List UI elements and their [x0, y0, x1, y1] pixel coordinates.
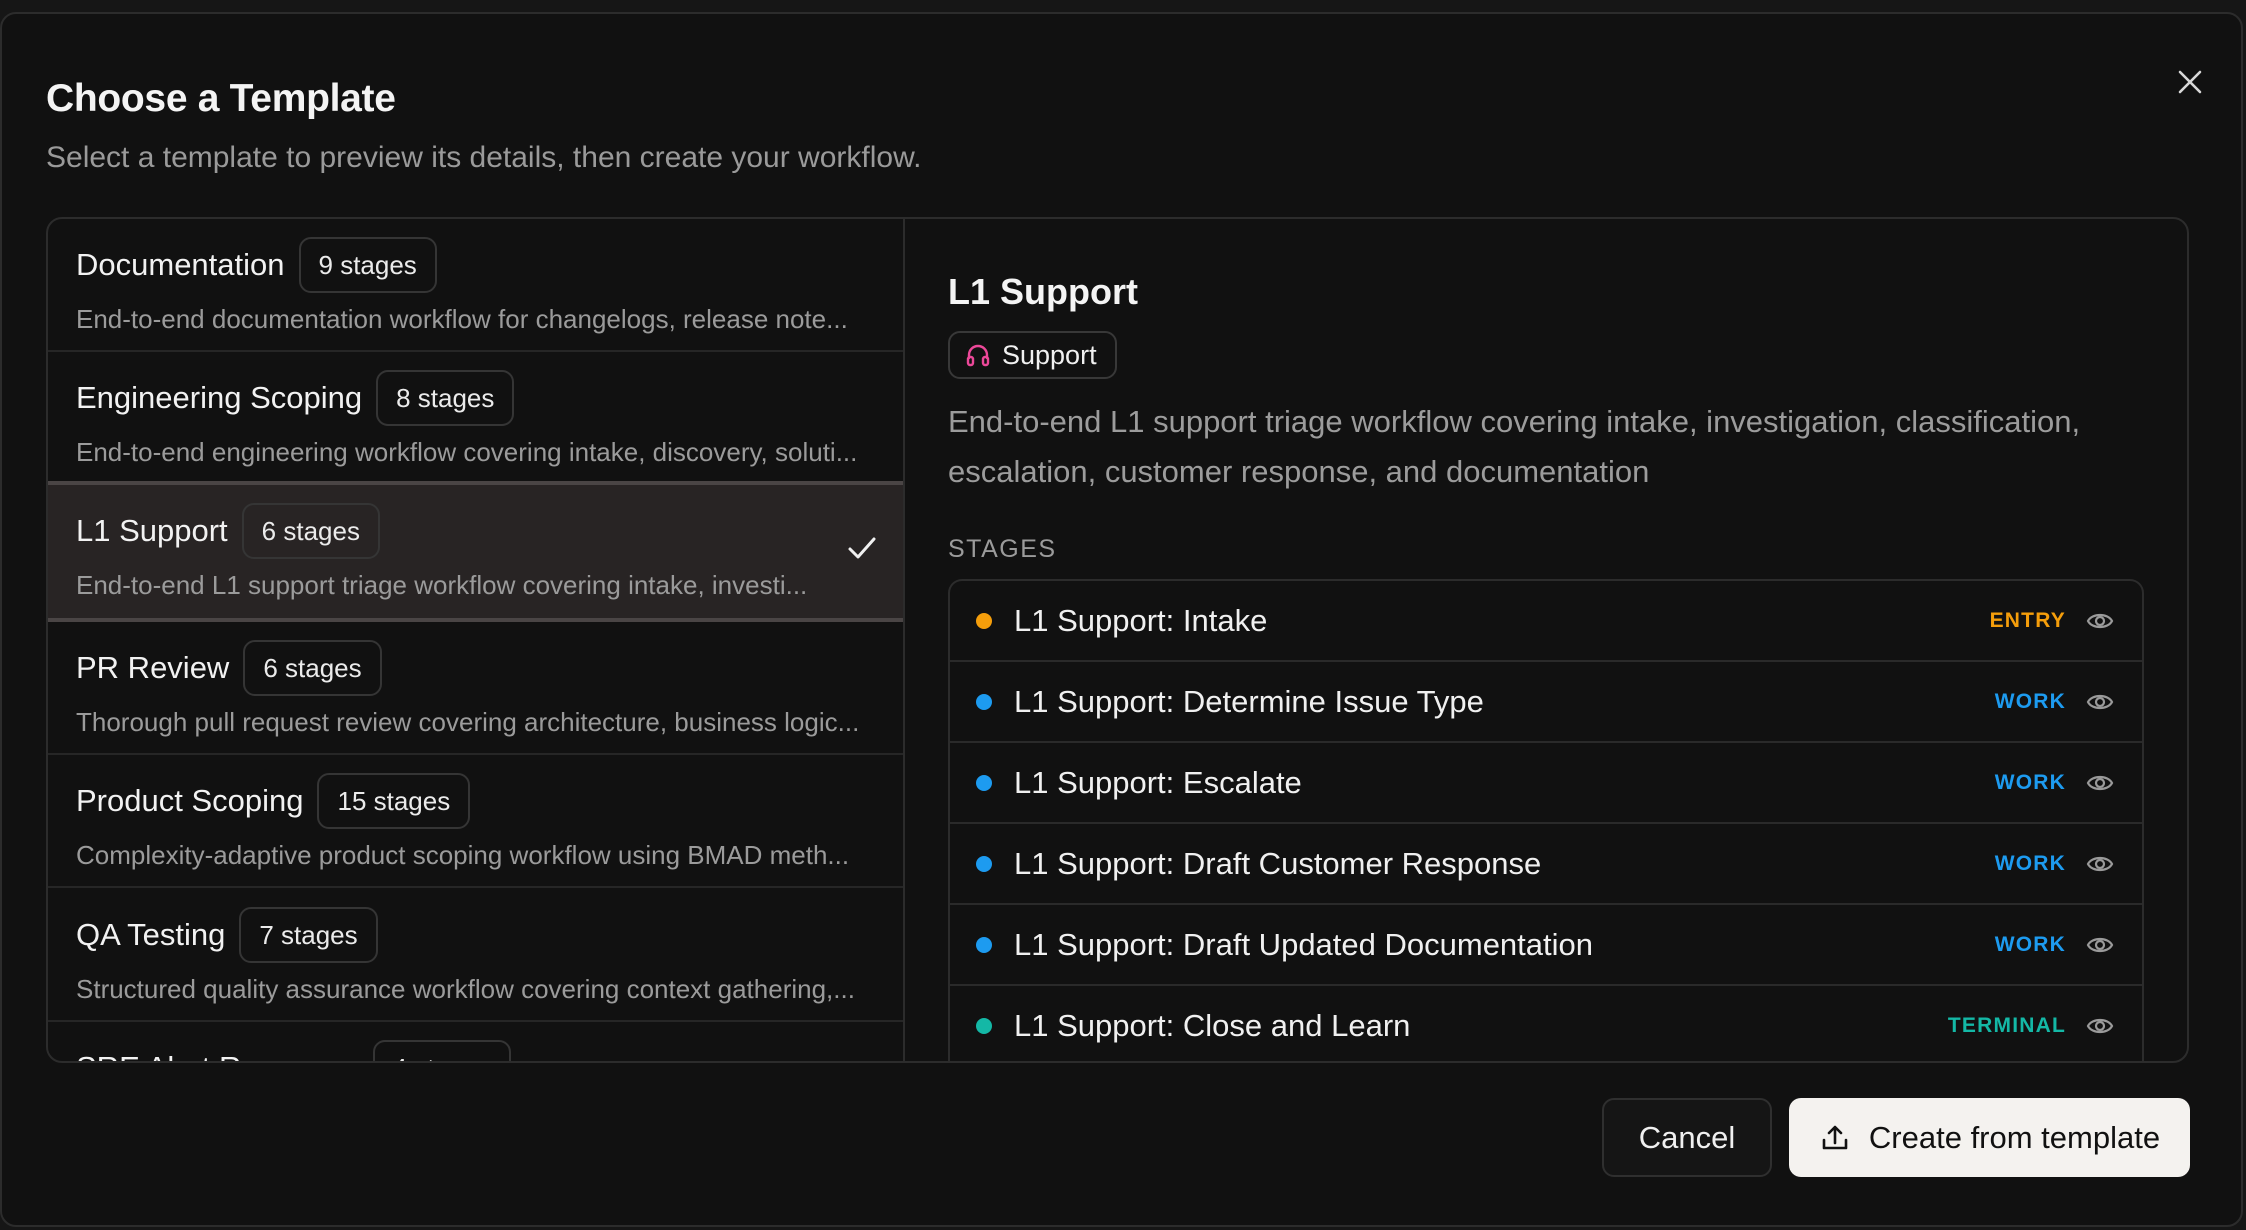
preview-stage-button[interactable] — [2084, 1010, 2116, 1042]
stage-dot — [976, 936, 992, 953]
template-title: SRE Alert Response — [76, 1050, 359, 1061]
preview-stage-button[interactable] — [2084, 605, 2116, 637]
template-item-engineering-scoping[interactable]: Engineering Scoping 8 stages End-to-end … — [48, 352, 903, 485]
template-description: Complexity-adaptive product scoping work… — [76, 840, 850, 870]
stage-count-badge: 15 stages — [317, 773, 471, 829]
stage-type-label: ENTRY — [1989, 608, 2066, 632]
stage-count-badge: 4 stages — [372, 1040, 511, 1061]
stage-type-label: TERMINAL — [1947, 1013, 2066, 1037]
template-title: PR Review — [76, 650, 230, 685]
preview-stage-button[interactable] — [2084, 686, 2116, 718]
stage-row[interactable]: L1 Support: Intake ENTRY — [950, 581, 2142, 662]
stage-count-badge: 6 stages — [241, 503, 380, 559]
stage-name: L1 Support: Draft Updated Documentation — [1014, 926, 1594, 962]
template-title: QA Testing — [76, 917, 226, 952]
stage-name: L1 Support: Intake — [1014, 602, 1268, 638]
stage-dot — [976, 1017, 992, 1034]
stage-row[interactable]: L1 Support: Determine Issue Type WORK — [950, 662, 2142, 743]
eye-icon — [2086, 856, 2114, 871]
eye-icon — [2086, 694, 2114, 709]
check-icon — [848, 537, 876, 559]
template-item-l1-support[interactable]: L1 Support 6 stages End-to-end L1 suppor… — [48, 481, 903, 622]
stages-list: L1 Support: Intake ENTRY L1 Support: Deter… — [948, 579, 2144, 1061]
stage-row[interactable]: L1 Support: Close and Learn TERMINAL — [950, 986, 2142, 1061]
stage-row[interactable]: L1 Support: Draft Customer Response WORK — [950, 824, 2142, 905]
dialog-subtitle: Select a template to preview its details… — [46, 141, 922, 174]
stage-name: L1 Support: Escalate — [1014, 764, 1302, 800]
close-icon — [2178, 70, 2202, 94]
stage-row[interactable]: L1 Support: Escalate WORK — [950, 743, 2142, 824]
stage-type-label: WORK — [1994, 932, 2066, 956]
template-description: End-to-end documentation workflow for ch… — [76, 304, 848, 334]
stage-name: L1 Support: Close and Learn — [1014, 1007, 1411, 1043]
category-label: Support — [1002, 339, 1097, 370]
stages-heading: STAGES — [948, 535, 1057, 563]
cancel-button[interactable]: Cancel — [1602, 1098, 1772, 1177]
template-item-documentation[interactable]: Documentation 9 stages End-to-end docume… — [48, 219, 903, 352]
stage-type-label: WORK — [1994, 689, 2066, 713]
stage-row[interactable]: L1 Support: Draft Updated Documentation W… — [950, 905, 2142, 986]
template-title: Engineering Scoping — [76, 380, 363, 415]
template-title: Product Scoping — [76, 783, 304, 818]
stage-count-badge: 9 stages — [298, 237, 437, 293]
dialog-title: Choose a Template — [46, 77, 396, 120]
template-description: End-to-end L1 support triage workflow co… — [76, 570, 808, 600]
preview-stage-button[interactable] — [2084, 848, 2116, 880]
stage-name: L1 Support: Determine Issue Type — [1014, 683, 1484, 719]
eye-icon — [2086, 775, 2114, 790]
template-title: L1 Support — [76, 513, 228, 548]
stage-count-badge: 8 stages — [376, 370, 515, 426]
template-description: Thorough pull request review covering ar… — [76, 707, 860, 737]
template-description: End-to-end engineering workflow covering… — [76, 437, 858, 467]
stage-type-label: WORK — [1994, 851, 2066, 875]
stage-type-label: WORK — [1994, 770, 2066, 794]
template-item-qa-testing[interactable]: QA Testing 7 stages Structured quality a… — [48, 889, 903, 1022]
close-button[interactable] — [2170, 62, 2210, 102]
template-item-product-scoping[interactable]: Product Scoping 15 stages Complexity-ada… — [48, 755, 903, 888]
create-from-template-button[interactable]: Create from template — [1789, 1098, 2190, 1177]
preview-stage-button[interactable] — [2084, 767, 2116, 799]
template-item-sre-alert-response[interactable]: SRE Alert Response 4 stages — [48, 1022, 903, 1061]
eye-icon — [2086, 613, 2114, 628]
template-detail: L1 Support Support End-to-end L1 support… — [948, 219, 2144, 1061]
template-description: Structured quality assurance workflow co… — [76, 974, 855, 1004]
create-button-label: Create from template — [1868, 1119, 2161, 1155]
upload-icon — [1822, 1125, 1848, 1149]
template-item-pr-review[interactable]: PR Review 6 stages Thorough pull request… — [48, 622, 903, 755]
stage-dot — [976, 693, 992, 710]
eye-icon — [2086, 937, 2114, 952]
preview-stage-button[interactable] — [2084, 929, 2116, 961]
stage-count-badge: 7 stages — [239, 907, 378, 963]
template-dialog: Choose a Template Select a template to p… — [0, 12, 2243, 1227]
eye-icon — [2086, 1018, 2114, 1033]
stage-dot — [976, 774, 992, 791]
template-list[interactable]: Documentation 9 stages End-to-end docume… — [48, 219, 905, 1061]
detail-title: L1 Support — [948, 271, 1138, 312]
category-badge: Support — [948, 331, 1117, 379]
stage-count-badge: 6 stages — [243, 640, 382, 696]
stage-name: L1 Support: Draft Customer Response — [1014, 845, 1542, 881]
template-title: Documentation — [76, 247, 285, 282]
stage-dot — [976, 855, 992, 872]
stage-dot — [976, 612, 992, 629]
template-panel: Documentation 9 stages End-to-end docume… — [46, 217, 2189, 1063]
headset-icon — [966, 344, 990, 367]
detail-description: End-to-end L1 support triage workflow co… — [948, 404, 2081, 489]
